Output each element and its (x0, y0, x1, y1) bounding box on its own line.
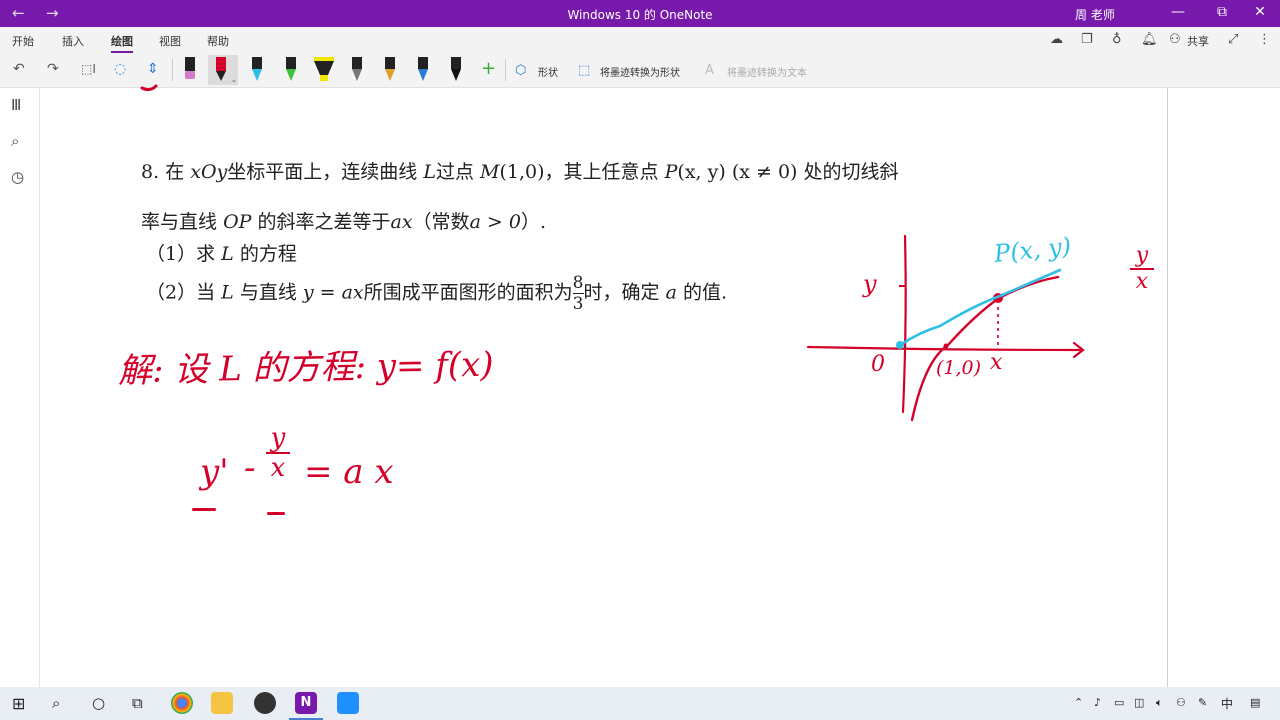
graph-y-axis (901, 234, 907, 414)
ink-margin-note: y x (1124, 244, 1160, 294)
ink-margin-num: y (1130, 244, 1154, 270)
ink-graph-origin-label: 0 (871, 352, 885, 377)
search-icon[interactable]: ⌕ (52, 694, 60, 712)
ink-eq-rhs: = a x (304, 452, 394, 492)
tray-pen-icon[interactable]: ✎ (1198, 696, 1207, 709)
file-explorer-icon[interactable] (211, 692, 233, 714)
notification-icon[interactable]: ▤ (1250, 696, 1260, 709)
tray-chevron-icon[interactable]: ⌃ (1074, 696, 1083, 709)
ink-eq-frac-den: x (270, 453, 286, 483)
ink-underline-1 (192, 508, 216, 511)
tray-display-icon[interactable]: ▭ (1114, 696, 1124, 709)
ink-stray-mark (140, 84, 158, 92)
ink-graph-x-label: x (990, 350, 1003, 375)
task-view-icon[interactable]: ⧉ (132, 694, 143, 712)
tray-network-icon[interactable]: ◫ (1134, 696, 1144, 709)
ink-eq-yprime: y' (200, 452, 229, 492)
graph-line-op (898, 268, 1062, 347)
taskbar: ⊞ ⌕ ○ ⧉ N ⌃ ♪ ▭ ◫ 🔈︎ ⚇ ✎ 中 ▤ (0, 687, 1280, 720)
ink-eq-frac-num: y (266, 424, 290, 454)
ink-graph-y-label: y (863, 270, 877, 298)
graph-point-m (943, 343, 949, 349)
tray-mic-icon[interactable]: ♪ (1094, 696, 1101, 709)
tray-volume-icon[interactable]: 🔈︎ (1156, 696, 1163, 710)
app-blue-icon[interactable] (337, 692, 359, 714)
ink-solution-line: 解: 设 L 的方程: y= f(x) (117, 344, 494, 392)
chrome-icon[interactable] (171, 692, 193, 714)
record-app-icon[interactable] (254, 692, 276, 714)
input-method-indicator[interactable]: 中 (1221, 695, 1233, 712)
graph-origin-point (896, 341, 904, 349)
cortana-icon[interactable]: ○ (92, 694, 105, 712)
ink-underline-2 (267, 512, 285, 515)
onenote-icon[interactable]: N (295, 692, 317, 714)
ink-graph-point-label: (1,0) (936, 357, 982, 379)
ink-eq-minus: - (244, 448, 256, 488)
ink-margin-den: x (1135, 269, 1149, 294)
tray-power-icon[interactable]: ⚇ (1176, 696, 1186, 709)
ink-eq-fraction: y x (266, 424, 290, 482)
windows-start-icon[interactable]: ⊞ (12, 694, 25, 713)
